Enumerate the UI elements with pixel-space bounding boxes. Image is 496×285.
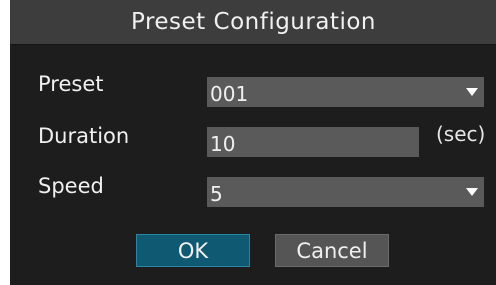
duration-label: Duration xyxy=(38,124,130,148)
ok-button[interactable]: OK xyxy=(136,234,250,267)
speed-value: 5 xyxy=(210,182,223,206)
preset-label: Preset xyxy=(38,72,104,96)
duration-input[interactable]: 10 xyxy=(207,127,419,157)
speed-label: Speed xyxy=(38,174,104,198)
duration-value: 10 xyxy=(210,132,236,156)
preset-configuration-dialog: Preset Configuration Preset 001 Duration… xyxy=(10,0,496,285)
preset-value: 001 xyxy=(210,82,249,106)
chevron-down-icon[interactable] xyxy=(462,82,482,102)
chevron-down-icon[interactable] xyxy=(462,182,482,202)
cancel-button[interactable]: Cancel xyxy=(275,234,389,267)
preset-select[interactable]: 001 xyxy=(207,77,484,107)
dialog-title: Preset Configuration xyxy=(10,0,496,45)
duration-unit: (sec) xyxy=(436,122,486,146)
speed-select[interactable]: 5 xyxy=(207,177,484,207)
